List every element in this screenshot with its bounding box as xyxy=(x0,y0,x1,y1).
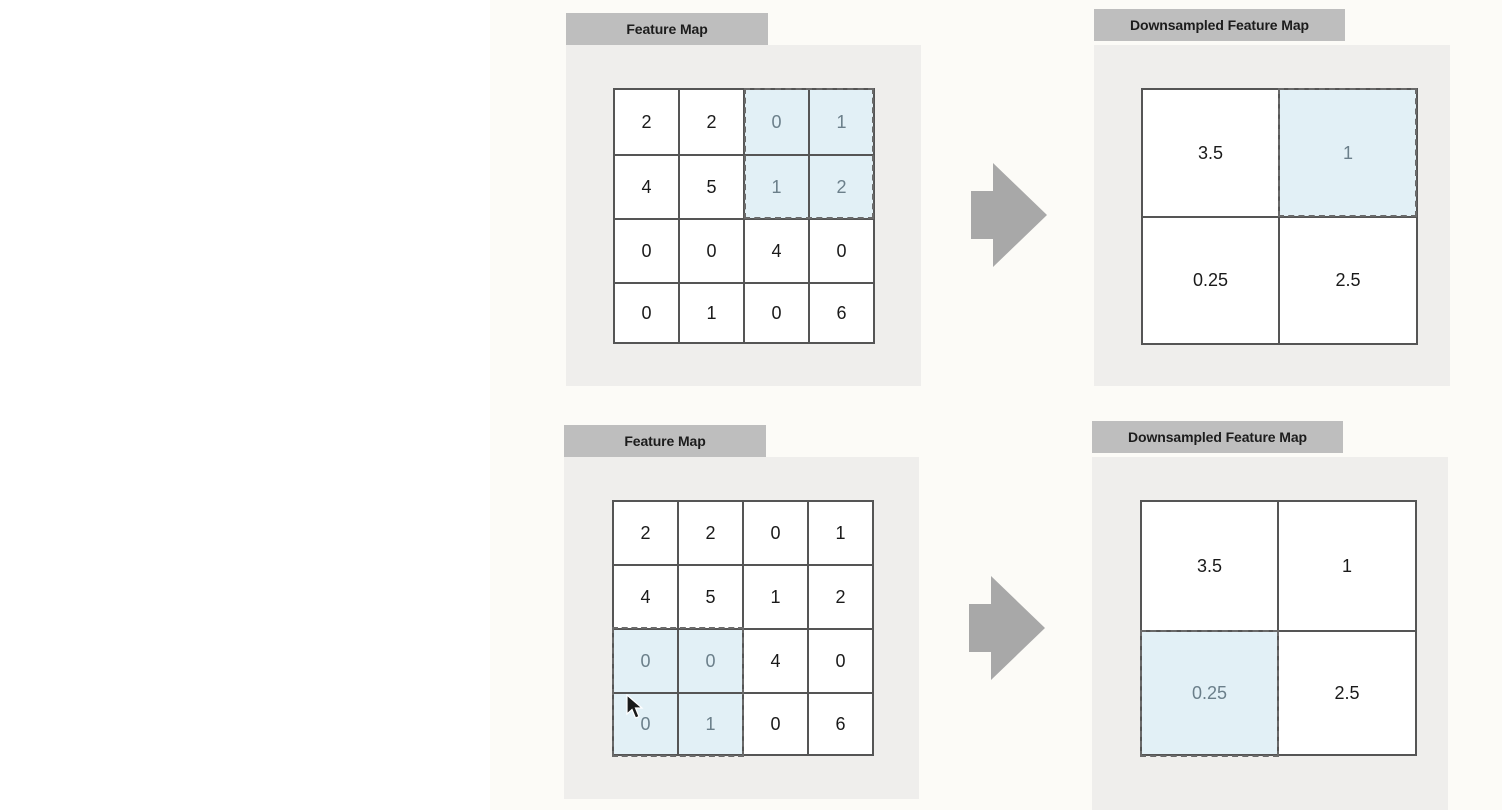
right-arrow-icon xyxy=(971,163,1047,267)
downsampled-cell: 2.5 xyxy=(1278,631,1416,755)
downsampled-map-title-1: Downsampled Feature Map xyxy=(1094,9,1345,41)
feature-cell: 2 xyxy=(678,501,743,565)
feature-cell-pooled: 1 xyxy=(809,89,874,155)
feature-map-title-2: Feature Map xyxy=(564,425,766,457)
downsampled-map-title-2: Downsampled Feature Map xyxy=(1092,421,1343,453)
feature-cell: 4 xyxy=(613,565,678,629)
feature-cell: 2 xyxy=(614,89,679,155)
feature-cell: 4 xyxy=(614,155,679,219)
feature-map-grid-1: 2 2 0 1 4 5 1 2 0 0 4 0 0 1 0 6 xyxy=(613,88,875,344)
feature-cell: 2 xyxy=(679,89,744,155)
feature-cell-pooled: 1 xyxy=(744,155,809,219)
feature-cell: 2 xyxy=(613,501,678,565)
feature-cell: 4 xyxy=(743,629,808,693)
feature-cell: 6 xyxy=(809,283,874,343)
feature-cell-pooled: 2 xyxy=(809,155,874,219)
slide: Feature Map 2 2 0 1 4 5 1 2 0 0 4 0 0 1 … xyxy=(490,0,1502,810)
right-arrow-icon xyxy=(969,576,1045,680)
feature-cell: 2 xyxy=(808,565,873,629)
feature-cell: 0 xyxy=(614,283,679,343)
downsampled-cell: 3.5 xyxy=(1141,501,1278,631)
feature-cell-pooled: 0 xyxy=(744,89,809,155)
mouse-pointer-icon xyxy=(626,694,644,719)
downsampled-cell-pooled: 0.25 xyxy=(1141,631,1278,755)
downsampled-map-grid-2: 3.5 1 0.25 2.5 xyxy=(1140,500,1417,756)
feature-cell: 0 xyxy=(808,629,873,693)
feature-cell: 6 xyxy=(808,693,873,755)
feature-cell: 5 xyxy=(678,565,743,629)
feature-cell: 0 xyxy=(743,693,808,755)
downsampled-cell: 2.5 xyxy=(1279,217,1417,344)
downsampled-map-grid-1: 3.5 1 0.25 2.5 xyxy=(1141,88,1418,345)
feature-cell: 0 xyxy=(744,283,809,343)
downsampled-cell: 0.25 xyxy=(1142,217,1279,344)
downsampled-cell: 1 xyxy=(1278,501,1416,631)
feature-cell: 1 xyxy=(743,565,808,629)
feature-cell: 0 xyxy=(614,219,679,283)
feature-cell-pooled: 1 xyxy=(678,693,743,755)
feature-cell: 1 xyxy=(679,283,744,343)
feature-cell: 0 xyxy=(679,219,744,283)
feature-cell-pooled: 0 xyxy=(613,629,678,693)
feature-map-title-1: Feature Map xyxy=(566,13,768,45)
feature-cell: 1 xyxy=(808,501,873,565)
downsampled-cell: 3.5 xyxy=(1142,89,1279,217)
feature-map-grid-2: 2 2 0 1 4 5 1 2 0 0 4 0 0 1 0 6 xyxy=(612,500,874,756)
downsampled-cell-pooled: 1 xyxy=(1279,89,1417,217)
feature-cell-pooled: 0 xyxy=(678,629,743,693)
feature-cell: 5 xyxy=(679,155,744,219)
feature-cell: 0 xyxy=(743,501,808,565)
feature-cell: 0 xyxy=(809,219,874,283)
feature-cell: 4 xyxy=(744,219,809,283)
feature-cell-pooled: 0 xyxy=(613,693,678,755)
